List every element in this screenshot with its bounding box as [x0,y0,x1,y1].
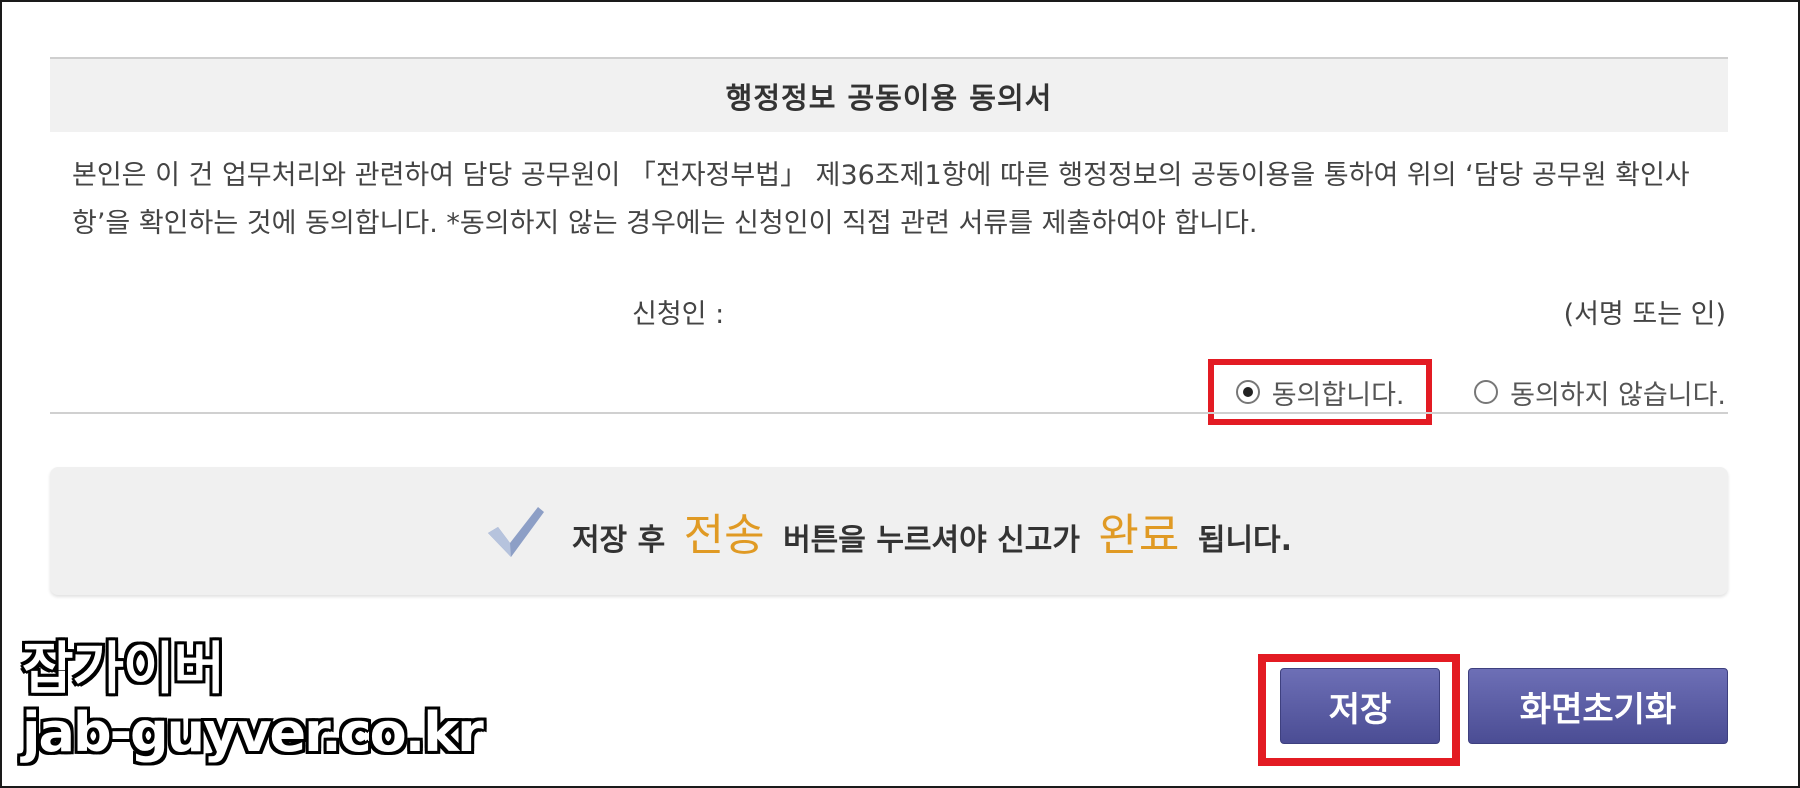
check-icon [487,507,544,557]
reset-screen-button[interactable]: 화면초기화 [1468,668,1728,744]
notice-text-part: 버튼을 누르셔야 신고가 [783,523,1080,558]
save-notice: 저장 후 전송 버튼을 누르셔야 신고가 완료 됩니다. [50,467,1728,595]
notice-emphasis-send: 전송 [683,510,765,561]
disagree-radio-button[interactable] [1474,380,1499,404]
applicant-label: 신청인 : [632,299,725,330]
save-button-highlight [1258,654,1460,766]
page-frame: 행정정보 공동이용 동의서 본인은 이 건 업무처리와 관련하여 담당 공무원이… [0,0,1800,788]
consent-text: 본인은 이 건 업무처리와 관련하여 담당 공무원이 「전자정부법」 제36조제… [72,160,1690,239]
notice-emphasis-complete: 완료 [1098,510,1180,561]
disagree-radio-option[interactable]: 동의하지 않습니다. [1474,373,1726,412]
divider [50,412,1728,414]
agree-radio-option[interactable]: 동의합니다. [1208,359,1433,425]
notice-text-part: 됩니다. [1197,523,1293,558]
notice-text: 저장 후 전송 버튼을 누르셔야 신고가 완료 됩니다. [572,499,1292,563]
consent-header: 행정정보 공동이용 동의서 [50,57,1728,132]
agree-radio-button[interactable] [1235,380,1260,404]
signature-hint: (서명 또는 인) [1563,299,1726,330]
watermark-title: 잡가이버 [22,637,225,702]
disagree-radio-label: 동의하지 않습니다. [1510,379,1726,411]
agree-radio-label: 동의합니다. [1271,379,1405,411]
consent-title: 행정정보 공동이용 동의서 [725,80,1053,115]
consent-form: 행정정보 공동이용 동의서 본인은 이 건 업무처리와 관련하여 담당 공무원이… [50,57,1728,425]
notice-text-part: 저장 후 [571,523,666,558]
consent-radio-group: 동의합니다. 동의하지 않습니다. [1208,359,1726,425]
watermark: 잡가이버 jab-guyver.co.kr [22,637,484,764]
watermark-url: jab-guyver.co.kr [22,701,484,764]
